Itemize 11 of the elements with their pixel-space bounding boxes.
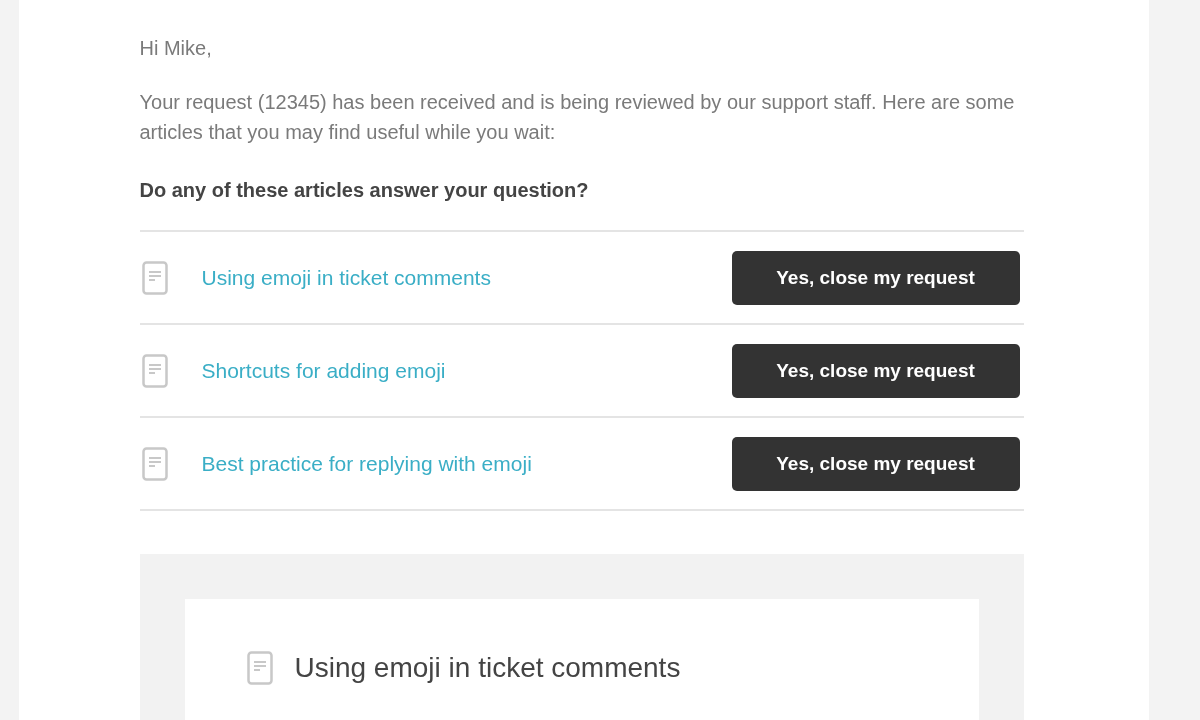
close-request-button[interactable]: Yes, close my request: [731, 436, 1020, 491]
document-icon: [246, 651, 273, 685]
document-icon: [141, 446, 168, 481]
greeting: Hi Mike,: [139, 36, 213, 60]
question-heading: Do any of these articles answer your question?: [139, 179, 590, 202]
document-icon: [141, 353, 168, 388]
close-request-button[interactable]: Yes, close my request: [731, 343, 1020, 398]
article-title: Using emoji in ticket comments: [294, 652, 681, 684]
message-text: Your request (12345) has been received and is being reviewed by our support staff. Here are some articles that you may find useful while you wait:: [139, 90, 1016, 145]
document-icon: [141, 260, 168, 295]
close-request-button[interactable]: Yes, close my request: [731, 250, 1020, 305]
